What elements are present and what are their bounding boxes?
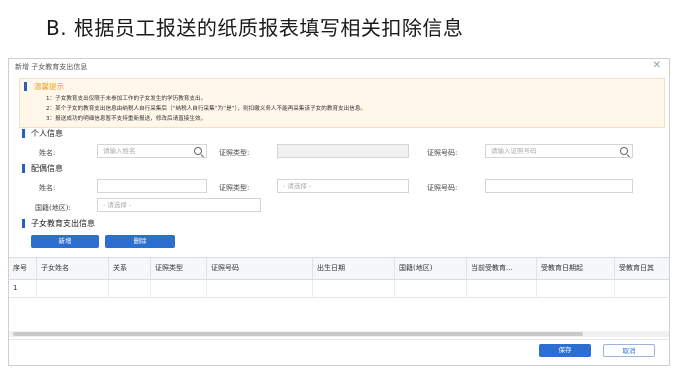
add-child-education-dialog: 新增 子女教育支出信息 ✕ 温馨提示 1：子女教育支出仅限于未参加工作的子女发生…: [8, 58, 670, 366]
table-cell[interactable]: [207, 280, 313, 297]
column-header[interactable]: 序号: [9, 258, 37, 279]
personal-section-marker: [22, 129, 25, 138]
column-header[interactable]: 出生日期: [313, 258, 395, 279]
spouse-nationality-value: - 请选择 -: [103, 201, 132, 209]
personal-name-input[interactable]: 请输入姓名: [97, 144, 207, 158]
spouse-section-marker: [22, 164, 25, 173]
save-button[interactable]: 保存: [539, 344, 591, 357]
spouse-id-type-value: - 请选择 -: [283, 182, 312, 190]
children-section-marker: [22, 219, 25, 228]
table-cell[interactable]: [151, 280, 207, 297]
spouse-section-title: 配偶信息: [31, 164, 63, 173]
column-header[interactable]: 受教育日期起: [537, 258, 615, 279]
table-cell[interactable]: [537, 280, 615, 297]
column-header[interactable]: 证照类型: [151, 258, 207, 279]
notice-marker: [24, 82, 27, 91]
search-icon[interactable]: [620, 147, 628, 155]
dialog-title: 新增 子女教育支出信息: [15, 63, 88, 71]
column-header[interactable]: 子女姓名: [37, 258, 109, 279]
column-header[interactable]: 当前受教育...: [467, 258, 537, 279]
spouse-name-label: 姓名:: [39, 184, 56, 192]
spouse-id-no-label: 证照号码:: [427, 184, 458, 192]
cancel-button[interactable]: 取消: [603, 344, 655, 357]
table-cell[interactable]: [615, 280, 669, 297]
column-header[interactable]: 证照号码: [207, 258, 313, 279]
spouse-id-no-input[interactable]: [485, 179, 633, 193]
spouse-nationality-select[interactable]: - 请选择 -: [97, 198, 261, 212]
column-header[interactable]: 关系: [109, 258, 151, 279]
table-cell[interactable]: [467, 280, 537, 297]
tip-notice: 温馨提示 1：子女教育支出仅限于未参加工作的子女发生的学历教育支出。 2：某个子…: [19, 78, 665, 128]
slide-title: B. 根据员工报送的纸质报表填写相关扣除信息: [46, 16, 464, 40]
notice-line-2: 2：某个子女的教育支出信息由纳税人自行采集后（“纳税人自行采集”为“是”），则扣…: [46, 106, 367, 112]
column-header[interactable]: 国籍(地区): [395, 258, 467, 279]
personal-id-no-placeholder: 请输入证照号码: [491, 147, 537, 155]
close-icon[interactable]: ✕: [653, 60, 661, 72]
table-header: 序号 子女姓名 关系 证照类型 证照号码 出生日期 国籍(地区) 当前受教育..…: [9, 257, 669, 280]
spouse-id-type-label: 证照类型:: [219, 184, 250, 192]
search-icon[interactable]: [194, 147, 202, 155]
scrollbar-thumb[interactable]: [13, 332, 583, 336]
footer-divider: [9, 339, 669, 340]
spouse-name-input[interactable]: [97, 179, 207, 193]
row-index: 1: [9, 280, 37, 297]
horizontal-scrollbar[interactable]: [9, 331, 669, 337]
table-cell[interactable]: [313, 280, 395, 297]
spouse-nationality-label: 国籍(地区):: [35, 204, 71, 212]
table-cell[interactable]: [109, 280, 151, 297]
delete-child-button[interactable]: 删除: [105, 235, 175, 248]
personal-name-placeholder: 请输入姓名: [103, 147, 136, 155]
personal-id-no-input[interactable]: 请输入证照号码: [485, 144, 633, 158]
table-row[interactable]: 1: [9, 280, 669, 298]
notice-line-1: 1：子女教育支出仅限于未参加工作的子女发生的学历教育支出。: [46, 96, 207, 102]
notice-line-3: 3：报送成功的明细信息暂不支持重新报送，修改后请直接生效。: [46, 116, 207, 122]
personal-section-title: 个人信息: [31, 129, 63, 138]
add-child-button[interactable]: 新增: [31, 235, 99, 248]
table-cell[interactable]: [37, 280, 109, 297]
dialog-header: 新增 子女教育支出信息 ✕: [9, 59, 669, 75]
personal-id-type-label: 证照类型:: [219, 149, 250, 157]
children-section-title: 子女教育支出信息: [31, 219, 95, 228]
notice-title: 温馨提示: [34, 82, 64, 91]
personal-id-no-label: 证照号码:: [427, 149, 458, 157]
personal-id-type-field: [277, 144, 409, 158]
column-header[interactable]: 受教育日其: [615, 258, 669, 279]
table-cell[interactable]: [395, 280, 467, 297]
personal-name-label: 姓名:: [39, 149, 56, 157]
spouse-id-type-select[interactable]: - 请选择 -: [277, 179, 409, 193]
